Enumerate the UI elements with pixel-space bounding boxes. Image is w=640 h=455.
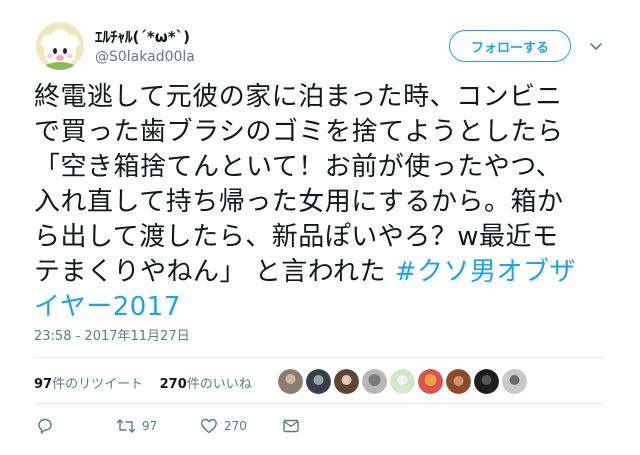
message-icon <box>282 417 300 435</box>
hashtag-link[interactable]: #クソ男オブザ <box>395 257 576 287</box>
divider <box>34 357 604 358</box>
timestamp[interactable]: 23:58 - 2017年11月27日 <box>34 325 190 344</box>
engagement-stats: 97件のリツイート 270件のいいね <box>34 373 252 392</box>
like-label: 件のいいね <box>186 377 252 392</box>
liker-avatar[interactable] <box>446 369 471 394</box>
tweet-card: ｴﾙﾁｬﾙ(´*ω*`) @S0lakad00la フォローする 終電逃して元彼… <box>0 0 640 455</box>
avatar[interactable] <box>36 22 84 70</box>
retweet-button[interactable]: 97 <box>116 417 157 435</box>
liker-avatar[interactable] <box>390 369 415 394</box>
screen-name[interactable]: @S0lakad00la <box>95 49 195 65</box>
liker-avatar[interactable] <box>278 369 303 394</box>
tweet-text-line: 終電逃して元彼の家に泊まった時、コンビニ <box>34 82 563 112</box>
like-icon <box>200 417 218 435</box>
tweet-text-line: で買った歯ブラシのゴミを捨てようとしたら <box>34 117 564 147</box>
likers-avatars <box>278 369 527 395</box>
retweet-icon <box>116 417 136 435</box>
retweet-label: 件のリツイート <box>52 377 144 392</box>
like-count-label: 270 <box>224 419 247 433</box>
liker-avatar[interactable] <box>474 369 499 394</box>
liker-avatar[interactable] <box>334 369 359 394</box>
tweet-text-line: イヤー2017 <box>34 290 624 325</box>
display-name[interactable]: ｴﾙﾁｬﾙ(´*ω*`) <box>95 26 190 47</box>
liker-avatar[interactable] <box>306 369 331 394</box>
like-button[interactable]: 270 <box>200 417 247 435</box>
like-count: 270 <box>159 377 187 392</box>
divider <box>34 403 604 404</box>
retweet-count-label: 97 <box>142 419 158 433</box>
reply-button[interactable] <box>36 417 54 435</box>
tweet-text-line: 入れ直して持ち帰った女用にするから。箱か <box>34 187 564 217</box>
chevron-down-icon[interactable] <box>588 38 604 54</box>
tweet-text-line: ら出して渡したら、新品ぽいやろ？w最近モ <box>34 222 559 252</box>
liker-avatar[interactable] <box>418 369 443 394</box>
tweet-text-line-with-hashtag: テまくりやねん」 と言われた #クソ男オブザ <box>34 255 624 290</box>
retweet-count: 97 <box>34 377 53 392</box>
tweet-text-line: テまくりやねん」 と言われた <box>34 257 386 287</box>
reply-icon <box>36 417 54 435</box>
like-stat[interactable]: 270件のいいね <box>160 377 252 392</box>
tweet-text: 終電逃して元彼の家に泊まった時、コンビニ で買った歯ブラシのゴミを捨てようとした… <box>34 80 624 325</box>
tweet-text-line: 「空き箱捨てんといて！お前が使ったやつ、 <box>34 152 563 182</box>
direct-message-button[interactable] <box>282 417 300 435</box>
hashtag-link-continued[interactable]: イヤー2017 <box>34 292 181 322</box>
follow-button[interactable]: フォローする <box>449 30 571 62</box>
retweet-stat[interactable]: 97件のリツイート <box>34 377 143 392</box>
liker-avatar[interactable] <box>362 369 387 394</box>
liker-avatar[interactable] <box>502 369 527 394</box>
